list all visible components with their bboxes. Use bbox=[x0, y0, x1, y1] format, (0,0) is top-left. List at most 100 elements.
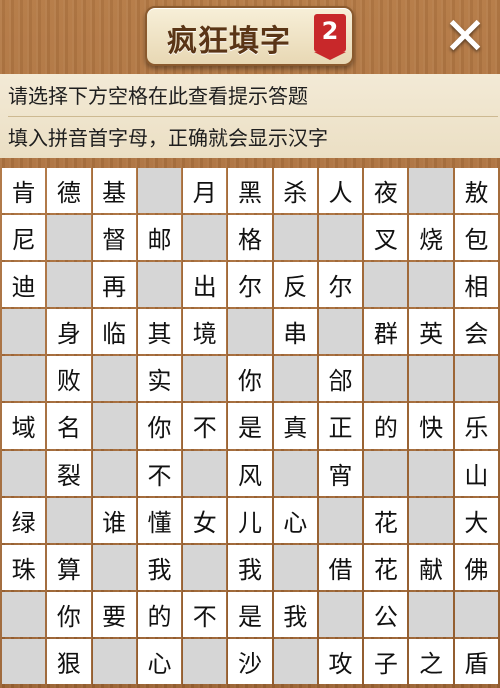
grid-cell-empty[interactable] bbox=[137, 262, 182, 308]
grid-cell-empty[interactable] bbox=[454, 591, 498, 637]
grid-cell[interactable]: 其 bbox=[137, 309, 182, 355]
grid-cell[interactable]: 域 bbox=[2, 403, 46, 449]
grid-cell[interactable]: 你 bbox=[228, 356, 272, 402]
grid-cell[interactable]: 不 bbox=[137, 450, 182, 496]
grid-cell-empty[interactable] bbox=[183, 356, 227, 402]
grid-cell[interactable]: 会 bbox=[454, 309, 498, 355]
grid-cell[interactable]: 快 bbox=[409, 403, 453, 449]
grid-cell[interactable]: 不 bbox=[183, 591, 227, 637]
grid-cell[interactable]: 格 bbox=[228, 215, 272, 261]
grid-cell-empty[interactable] bbox=[364, 450, 408, 496]
grid-cell[interactable]: 英 bbox=[409, 309, 453, 355]
grid-cell[interactable]: 要 bbox=[92, 591, 136, 637]
grid-cell-empty[interactable] bbox=[318, 309, 363, 355]
grid-cell[interactable]: 正 bbox=[318, 403, 363, 449]
grid-cell[interactable]: 风 bbox=[228, 450, 272, 496]
grid-cell-empty[interactable] bbox=[409, 450, 453, 496]
grid-cell-empty[interactable] bbox=[409, 168, 453, 214]
grid-cell[interactable]: 身 bbox=[47, 309, 91, 355]
grid-cell[interactable]: 裂 bbox=[47, 450, 91, 496]
grid-cell[interactable]: 珠 bbox=[2, 544, 46, 590]
grid-cell[interactable]: 杀 bbox=[273, 168, 317, 214]
grid-cell[interactable]: 佛 bbox=[454, 544, 498, 590]
grid-cell-empty[interactable] bbox=[47, 215, 91, 261]
grid-cell[interactable]: 是 bbox=[228, 403, 272, 449]
grid-cell[interactable]: 叉 bbox=[364, 215, 408, 261]
grid-cell[interactable]: 大 bbox=[454, 497, 498, 543]
grid-cell-empty[interactable] bbox=[183, 215, 227, 261]
grid-cell-empty[interactable] bbox=[318, 591, 363, 637]
grid-cell[interactable]: 沙 bbox=[228, 638, 272, 684]
grid-cell[interactable]: 我 bbox=[228, 544, 272, 590]
grid-cell-empty[interactable] bbox=[409, 356, 453, 402]
grid-cell-empty[interactable] bbox=[47, 262, 91, 308]
grid-cell-empty[interactable] bbox=[318, 497, 363, 543]
grid-cell-empty[interactable] bbox=[2, 638, 46, 684]
grid-cell-empty[interactable] bbox=[273, 544, 317, 590]
grid-cell[interactable]: 尔 bbox=[318, 262, 363, 308]
close-button[interactable]: ✕ bbox=[438, 10, 492, 64]
grid-cell-empty[interactable] bbox=[137, 168, 182, 214]
grid-cell[interactable]: 督 bbox=[92, 215, 136, 261]
grid-cell[interactable]: 懂 bbox=[137, 497, 182, 543]
grid-cell[interactable]: 心 bbox=[137, 638, 182, 684]
grid-cell[interactable]: 德 bbox=[47, 168, 91, 214]
grid-cell[interactable]: 山 bbox=[454, 450, 498, 496]
grid-cell-empty[interactable] bbox=[318, 215, 363, 261]
grid-cell[interactable]: 名 bbox=[47, 403, 91, 449]
grid-cell[interactable]: 绿 bbox=[2, 497, 46, 543]
grid-cell[interactable]: 献 bbox=[409, 544, 453, 590]
grid-cell[interactable]: 黑 bbox=[228, 168, 272, 214]
grid-cell-empty[interactable] bbox=[273, 450, 317, 496]
grid-cell[interactable]: 算 bbox=[47, 544, 91, 590]
grid-cell[interactable]: 敖 bbox=[454, 168, 498, 214]
grid-cell[interactable]: 烧 bbox=[409, 215, 453, 261]
grid-cell-empty[interactable] bbox=[2, 309, 46, 355]
grid-cell[interactable]: 我 bbox=[137, 544, 182, 590]
grid-cell[interactable]: 群 bbox=[364, 309, 408, 355]
grid-cell[interactable]: 人 bbox=[318, 168, 363, 214]
grid-cell-empty[interactable] bbox=[92, 403, 136, 449]
grid-cell[interactable]: 是 bbox=[228, 591, 272, 637]
grid-cell[interactable]: 攻 bbox=[318, 638, 363, 684]
grid-cell-empty[interactable] bbox=[183, 450, 227, 496]
grid-cell[interactable]: 乐 bbox=[454, 403, 498, 449]
grid-cell[interactable]: 包 bbox=[454, 215, 498, 261]
grid-cell[interactable]: 再 bbox=[92, 262, 136, 308]
grid-cell[interactable]: 真 bbox=[273, 403, 317, 449]
grid-cell-empty[interactable] bbox=[228, 309, 272, 355]
grid-cell-empty[interactable] bbox=[2, 591, 46, 637]
grid-cell-empty[interactable] bbox=[92, 450, 136, 496]
grid-cell[interactable]: 我 bbox=[273, 591, 317, 637]
grid-cell-empty[interactable] bbox=[273, 215, 317, 261]
grid-cell[interactable]: 尔 bbox=[228, 262, 272, 308]
grid-cell-empty[interactable] bbox=[409, 591, 453, 637]
grid-cell[interactable]: 邮 bbox=[137, 215, 182, 261]
grid-cell[interactable]: 的 bbox=[364, 403, 408, 449]
grid-cell-empty[interactable] bbox=[409, 262, 453, 308]
grid-cell-empty[interactable] bbox=[364, 356, 408, 402]
grid-cell[interactable]: 夜 bbox=[364, 168, 408, 214]
grid-cell[interactable]: 尼 bbox=[2, 215, 46, 261]
grid-cell[interactable]: 之 bbox=[409, 638, 453, 684]
grid-cell[interactable]: 串 bbox=[273, 309, 317, 355]
grid-cell[interactable]: 子 bbox=[364, 638, 408, 684]
grid-cell[interactable]: 盾 bbox=[454, 638, 498, 684]
grid-cell[interactable]: 不 bbox=[183, 403, 227, 449]
grid-cell[interactable]: 心 bbox=[273, 497, 317, 543]
grid-cell-empty[interactable] bbox=[92, 356, 136, 402]
grid-cell-empty[interactable] bbox=[2, 356, 46, 402]
grid-cell[interactable]: 反 bbox=[273, 262, 317, 308]
grid-cell[interactable]: 相 bbox=[454, 262, 498, 308]
grid-cell-empty[interactable] bbox=[47, 497, 91, 543]
grid-cell[interactable]: 公 bbox=[364, 591, 408, 637]
grid-cell[interactable]: 你 bbox=[137, 403, 182, 449]
grid-cell-empty[interactable] bbox=[273, 638, 317, 684]
grid-cell-empty[interactable] bbox=[273, 356, 317, 402]
grid-cell[interactable]: 肯 bbox=[2, 168, 46, 214]
grid-cell[interactable]: 出 bbox=[183, 262, 227, 308]
grid-cell[interactable]: 郃 bbox=[318, 356, 363, 402]
grid-cell[interactable]: 花 bbox=[364, 497, 408, 543]
grid-cell[interactable]: 迪 bbox=[2, 262, 46, 308]
grid-cell[interactable]: 你 bbox=[47, 591, 91, 637]
